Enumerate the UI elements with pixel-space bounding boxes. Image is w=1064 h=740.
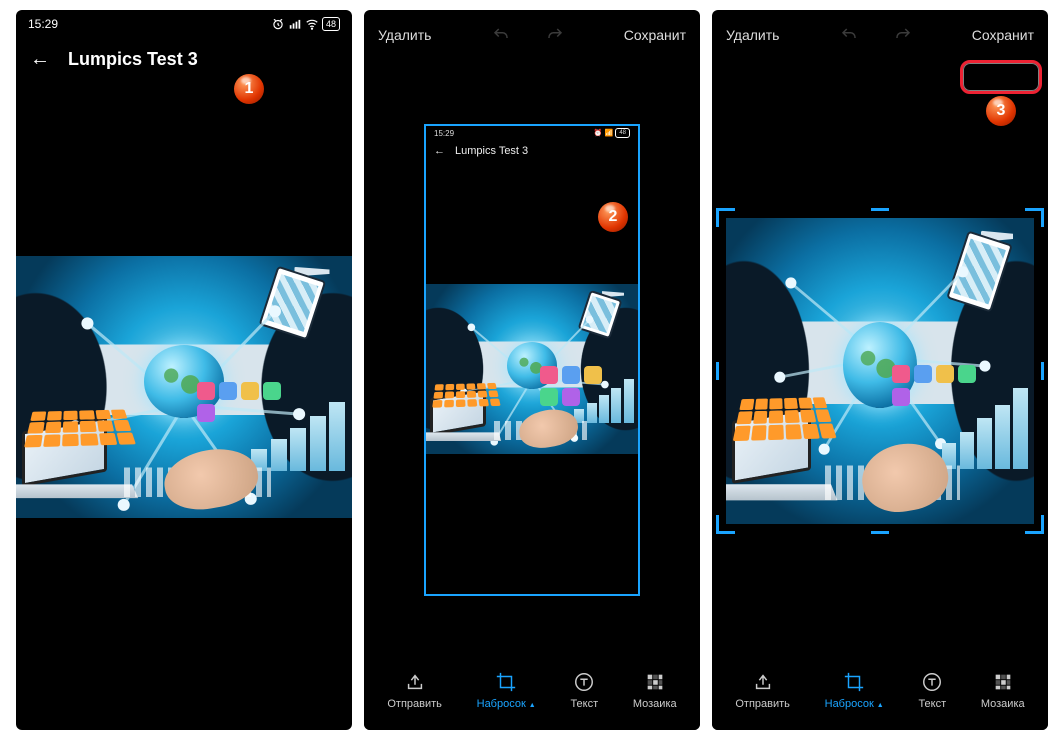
- save-button[interactable]: Сохранит: [624, 27, 686, 43]
- tutorial-three-panels: 15:29 48 ← Lumpics Test 3 1 Удалить Сохр…: [0, 0, 1064, 740]
- crop-handle-tl[interactable]: [716, 208, 735, 227]
- share-icon: [404, 671, 426, 693]
- crop-handle-top[interactable]: [871, 208, 889, 211]
- toolbar-text[interactable]: Текст: [570, 671, 598, 710]
- inner-header: ← Lumpics Test 3: [426, 140, 638, 162]
- crop-icon: [495, 671, 517, 693]
- toolbar-text[interactable]: Текст: [918, 671, 946, 710]
- editor-header: Удалить Сохранит: [712, 10, 1048, 60]
- phone-screen-1: 15:29 48 ← Lumpics Test 3 1: [16, 10, 352, 730]
- crop-handle-bottom[interactable]: [871, 531, 889, 534]
- crop-handle-right[interactable]: [1041, 362, 1044, 380]
- undo-icon[interactable]: [492, 26, 510, 44]
- crop-handle-br[interactable]: [1025, 515, 1044, 534]
- highlight-save: [960, 60, 1042, 94]
- status-bar: 15:29 48: [16, 10, 352, 38]
- toolbar-sketch[interactable]: Набросок▲: [477, 671, 536, 710]
- redo-icon[interactable]: [894, 26, 912, 44]
- undo-icon[interactable]: [840, 26, 858, 44]
- page-title: Lumpics Test 3: [68, 49, 198, 70]
- crop-handle-tr[interactable]: [1025, 208, 1044, 227]
- alarm-icon: [271, 17, 285, 31]
- step-badge-1: 1: [234, 74, 264, 104]
- delete-button[interactable]: Удалить: [726, 27, 779, 43]
- crop-frame-tight[interactable]: [718, 210, 1042, 532]
- toolbar-send[interactable]: Отправить: [735, 671, 790, 710]
- redo-icon[interactable]: [546, 26, 564, 44]
- step-badge-2: 2: [598, 202, 628, 232]
- wifi-icon: [305, 17, 319, 31]
- inner-back-icon: ←: [434, 145, 445, 157]
- crop-icon: [843, 671, 865, 693]
- toolbar-send[interactable]: Отправить: [387, 671, 442, 710]
- image-viewer[interactable]: [16, 256, 352, 518]
- editor-toolbar: Отправить Набросок▲ Текст Мозаика: [712, 659, 1048, 730]
- text-icon: [921, 671, 943, 693]
- status-time: 15:29: [28, 17, 58, 31]
- delete-button[interactable]: Удалить: [378, 27, 431, 43]
- crop-handle-bl[interactable]: [716, 515, 735, 534]
- text-icon: [573, 671, 595, 693]
- toolbar-mosaic[interactable]: Мозаика: [981, 671, 1025, 710]
- editor-header: Удалить Сохранит: [364, 10, 700, 60]
- status-icons: 48: [271, 17, 340, 31]
- inner-image: [426, 284, 638, 454]
- crop-handle-left[interactable]: [716, 362, 719, 380]
- toolbar-sketch[interactable]: Набросок▲: [825, 671, 884, 710]
- tech-image: [16, 256, 352, 518]
- phone-screen-2: Удалить Сохранит 15:29 ⏰ 📶 48 ← Lumpics …: [364, 10, 700, 730]
- share-icon: [752, 671, 774, 693]
- crop-frame-full[interactable]: 15:29 ⏰ 📶 48 ← Lumpics Test 3: [424, 124, 640, 596]
- toolbar-mosaic[interactable]: Мозаика: [633, 671, 677, 710]
- mosaic-icon: [992, 671, 1014, 693]
- phone-screen-3: Удалить Сохранит 3 Отправить Набросок▲ Т…: [712, 10, 1048, 730]
- editor-toolbar: Отправить Набросок▲ Текст Мозаика: [364, 659, 700, 730]
- battery-icon: 48: [322, 17, 340, 31]
- step-badge-3: 3: [986, 96, 1016, 126]
- header-bar: ← Lumpics Test 3: [16, 38, 352, 81]
- inner-status-bar: 15:29 ⏰ 📶 48: [426, 126, 638, 140]
- signal-icon: [288, 17, 302, 31]
- back-icon[interactable]: ←: [30, 48, 50, 71]
- save-button[interactable]: Сохранит: [972, 27, 1034, 43]
- mosaic-icon: [644, 671, 666, 693]
